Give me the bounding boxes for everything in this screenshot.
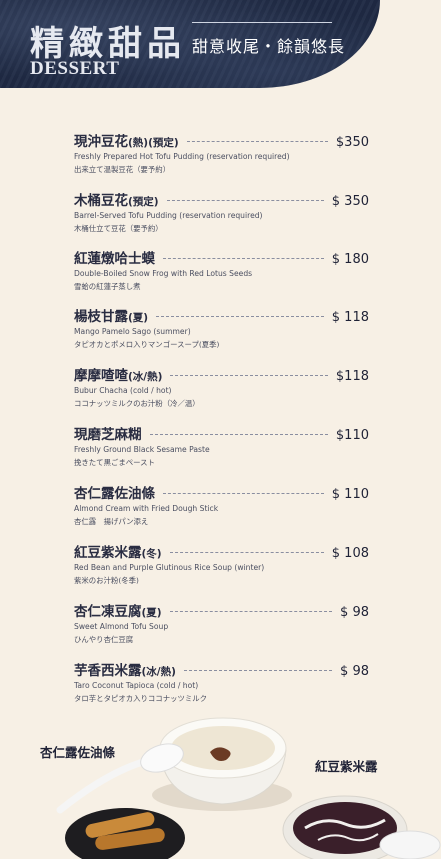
item-english: Freshly Ground Black Sesame Paste xyxy=(74,445,210,454)
item-japanese: ひんやり杏仁豆腐 xyxy=(74,635,134,644)
item-japanese: 雪蛤の紅蓮子蒸し煮 xyxy=(74,282,141,291)
leader-dots xyxy=(156,316,324,317)
right-spoon xyxy=(379,830,441,859)
menu-item: 杏仁凍豆腐(夏) $ 98 Sweet Almond Tofu Soup ひんやり… xyxy=(74,600,369,645)
menu-item: 木桶豆花(預定) $ 350 Barrel-Served Tofu Pudding… xyxy=(74,189,369,234)
item-price: $ 350 xyxy=(331,194,369,209)
item-price: $ 98 xyxy=(340,664,369,679)
item-price: $ 110 xyxy=(331,487,369,502)
item-english: Taro Coconut Tapioca (cold / hot) xyxy=(74,681,199,690)
item-japanese: タピオカとポメロ入りマンゴースープ(夏季) xyxy=(74,340,220,349)
item-price: $ 98 xyxy=(340,605,369,620)
leader-dots xyxy=(170,375,328,376)
item-price: $ 180 xyxy=(331,252,369,267)
item-name: 紅豆紫米露(冬) xyxy=(74,545,162,561)
item-name: 杏仁露佐油條 xyxy=(74,486,155,502)
item-name: 摩摩喳喳(冰/熱) xyxy=(74,368,163,384)
item-japanese: 紫米のお汁粉(冬季) xyxy=(74,576,139,585)
item-english: Bubur Chacha (cold / hot) xyxy=(74,386,172,395)
item-english: Double-Boiled Snow Frog with Red Lotus S… xyxy=(74,269,253,278)
item-name: 現磨芝麻糊 xyxy=(74,427,142,443)
item-japanese: 出来立て温製豆花（要予約） xyxy=(74,165,171,174)
item-price: $350 xyxy=(335,135,369,150)
leader-dots xyxy=(163,258,324,259)
item-english: Almond Cream with Fried Dough Stick xyxy=(74,504,219,513)
menu-item: 杏仁露佐油條 $ 110 Almond Cream with Fried Doug… xyxy=(74,482,369,527)
item-english: Sweet Almond Tofu Soup xyxy=(74,622,169,631)
item-english: Barrel-Served Tofu Pudding (reservation … xyxy=(74,211,263,220)
spoon-handle xyxy=(56,756,154,814)
item-name: 楊枝甘露(夏) xyxy=(74,309,149,325)
item-english: Red Bean and Purple Glutinous Rice Soup … xyxy=(74,563,265,572)
menu-item: 芋香西米露(冰/熱) $ 98 Taro Coconut Tapioca (col… xyxy=(74,659,369,704)
item-name: 紅蓮燉哈士蟆 xyxy=(74,251,155,267)
item-english: Mango Pamelo Sago (summer) xyxy=(74,327,191,336)
leader-dots xyxy=(186,141,328,142)
item-price: $118 xyxy=(335,369,369,384)
menu-item: 紅豆紫米露(冬) $ 108 Red Bean and Purple Glutin… xyxy=(74,541,369,586)
item-japanese: 挽きたて黒ごまペースト xyxy=(74,458,155,467)
item-japanese: 木桶仕立て豆花（要予約） xyxy=(74,224,163,233)
leader-dots xyxy=(163,493,324,494)
item-name: 木桶豆花(預定) xyxy=(74,193,159,209)
header-divider xyxy=(192,22,332,23)
item-name: 芋香西米露(冰/熱) xyxy=(74,663,176,679)
item-japanese: ココナッツミルクのお汁粉（冷／温） xyxy=(74,399,200,408)
leader-dots xyxy=(169,552,324,553)
menu-item: 現沖豆花(熱)(預定) $350 Freshly Prepared Hot Tof… xyxy=(74,130,369,175)
item-japanese: 杏仁露 揚げパン添え xyxy=(74,517,149,526)
menu-item: 現磨芝麻糊 $110 Freshly Ground Black Sesame Pa… xyxy=(74,423,369,468)
item-name: 現沖豆花(熱)(預定) xyxy=(74,134,179,150)
menu-item: 摩摩喳喳(冰/熱) $118 Bubur Chacha (cold / hot) … xyxy=(74,364,369,409)
page-title-english: DESSERT xyxy=(30,58,120,79)
item-english: Freshly Prepared Hot Tofu Pudding (reser… xyxy=(74,152,290,161)
dessert-photo xyxy=(56,717,441,859)
leader-dots xyxy=(166,200,324,201)
menu-item: 楊枝甘露(夏) $ 118 Mango Pamelo Sago (summer) … xyxy=(74,305,369,350)
leader-dots xyxy=(183,670,333,671)
menu-item: 紅蓮燉哈士蟆 $ 180 Double-Boiled Snow Frog with… xyxy=(74,247,369,292)
item-price: $110 xyxy=(335,428,369,443)
item-price: $ 118 xyxy=(331,310,369,325)
page-subtitle: 甜意收尾・餘韻悠長 xyxy=(192,37,346,56)
item-price: $ 108 xyxy=(331,546,369,561)
item-name: 杏仁凍豆腐(夏) xyxy=(74,604,162,620)
header-banner: 精緻甜品 DESSERT 甜意收尾・餘韻悠長 xyxy=(0,0,380,88)
leader-dots xyxy=(169,611,333,612)
leader-dots xyxy=(149,434,328,435)
